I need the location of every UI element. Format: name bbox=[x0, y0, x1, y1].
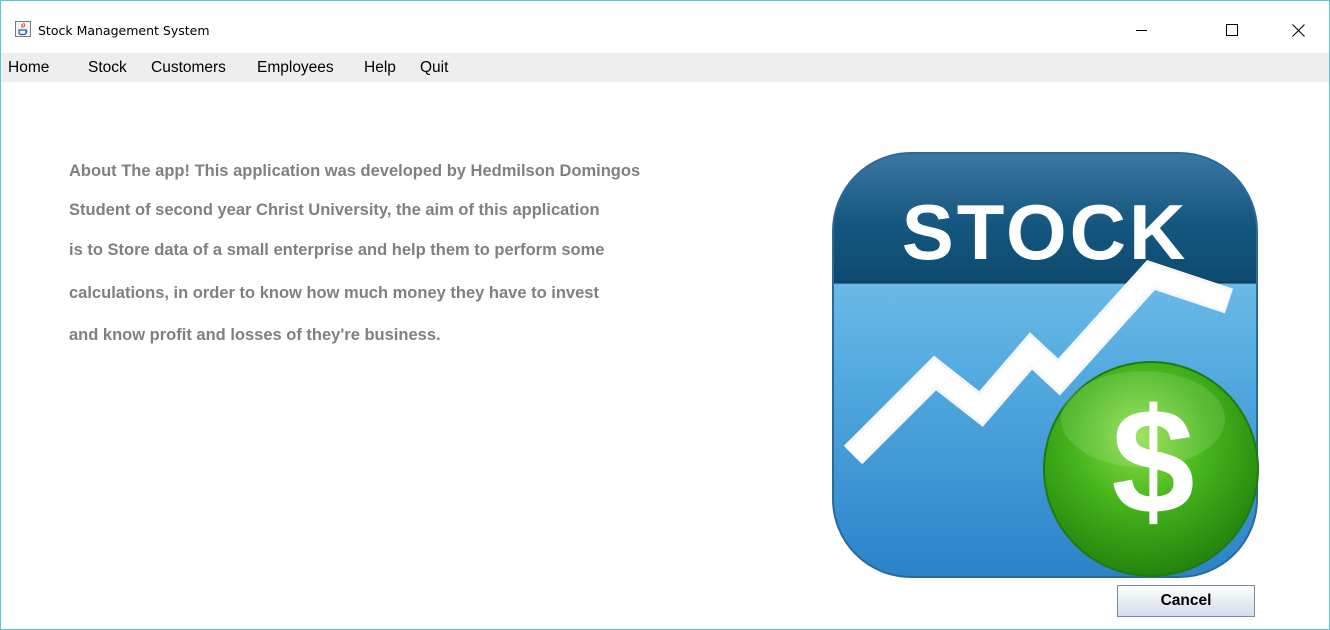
about-text-line-1: About The app! This application was deve… bbox=[69, 162, 641, 180]
java-coffee-cup-icon bbox=[15, 21, 31, 37]
maximize-button[interactable] bbox=[1209, 11, 1255, 49]
app-window: Stock Management System Home Stock Custo… bbox=[0, 0, 1330, 630]
close-button[interactable] bbox=[1275, 11, 1321, 49]
about-text-line-4: calculations, in order to know how much … bbox=[69, 284, 599, 302]
logo-dollar-sign: $ bbox=[1111, 377, 1194, 545]
minimize-icon bbox=[1136, 30, 1147, 31]
menu-customers[interactable]: Customers bbox=[151, 59, 226, 77]
maximize-icon bbox=[1226, 24, 1238, 36]
stock-dollar-logo-icon: STOCK $ bbox=[832, 152, 1259, 578]
menu-help[interactable]: Help bbox=[364, 59, 396, 77]
menu-quit[interactable]: Quit bbox=[420, 59, 448, 77]
close-icon bbox=[1291, 23, 1305, 37]
about-text-line-2: Student of second year Christ University… bbox=[69, 201, 600, 219]
menu-stock[interactable]: Stock bbox=[88, 59, 127, 77]
title-bar[interactable]: Stock Management System bbox=[1, 1, 1329, 52]
menu-bar: Home Stock Customers Employees Help Quit bbox=[1, 53, 1329, 82]
about-text-line-3: is to Store data of a small enterprise a… bbox=[69, 241, 605, 259]
menu-employees[interactable]: Employees bbox=[257, 59, 334, 77]
about-text-line-5: and know profit and losses of they're bu… bbox=[69, 326, 441, 344]
menu-home[interactable]: Home bbox=[8, 59, 49, 77]
minimize-button[interactable] bbox=[1119, 11, 1165, 49]
logo-heading: STOCK bbox=[902, 188, 1189, 276]
window-title: Stock Management System bbox=[38, 23, 210, 38]
cancel-button[interactable]: Cancel bbox=[1117, 585, 1255, 617]
